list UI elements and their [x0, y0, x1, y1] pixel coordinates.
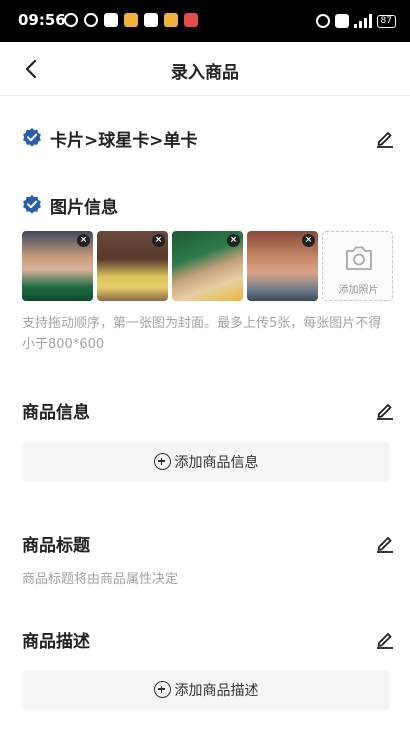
battery-icon: 87 [376, 14, 396, 28]
alarm-icon [315, 14, 330, 28]
add-product-desc-button[interactable]: 添加商品描述 [22, 670, 390, 710]
nav-bar: 录入商品 [0, 42, 410, 96]
notification-app-icon [124, 13, 138, 27]
status-bar: 09:56 87 [0, 0, 410, 42]
delete-photo-icon[interactable]: × [152, 234, 165, 247]
verified-check-icon [23, 195, 41, 214]
delete-photo-icon[interactable]: × [227, 234, 240, 247]
plus-circle-icon [153, 681, 171, 698]
photo-thumbnail[interactable]: × [247, 231, 318, 301]
photo-list: × × × × 添加照片 [22, 231, 393, 301]
add-product-info-label: 添加商品信息 [174, 455, 259, 471]
product-title-hint: 商品标题将由商品属性决定 [22, 572, 179, 587]
edit-product-desc-icon[interactable] [375, 629, 395, 649]
photo-thumbnail[interactable]: × [22, 231, 93, 301]
add-photo-button[interactable]: 添加照片 [322, 231, 393, 301]
add-photo-label: 添加照片 [338, 285, 379, 296]
edit-category-icon[interactable] [375, 128, 395, 148]
delete-photo-icon[interactable]: × [302, 234, 315, 247]
photo-thumbnail[interactable]: × [97, 231, 168, 301]
edit-product-title-icon[interactable] [375, 533, 395, 553]
notification-app-icon [164, 13, 178, 27]
images-section-title: 图片信息 [50, 198, 118, 218]
add-product-info-button[interactable]: 添加商品信息 [22, 442, 390, 482]
status-notification-icons [64, 11, 198, 29]
notification-app-icon [144, 13, 158, 27]
page-title: 录入商品 [171, 63, 239, 83]
product-desc-title: 商品描述 [22, 632, 90, 652]
verified-check-icon [23, 128, 41, 147]
location-icon [84, 13, 98, 27]
status-time: 09:56 [18, 11, 66, 29]
add-product-desc-label: 添加商品描述 [174, 683, 259, 699]
camera-icon [346, 246, 372, 270]
category-path[interactable]: 卡片>球星卡>单卡 [50, 126, 198, 151]
status-system-icons: 87 [315, 12, 396, 30]
product-info-title: 商品信息 [22, 403, 90, 423]
hd-icon [334, 14, 349, 28]
notification-app-icon [184, 13, 198, 27]
edit-product-info-icon[interactable] [375, 400, 395, 420]
photo-upload-hint: 支持拖动顺序，第一张图为封面。最多上传5张，每张图片不得小于800*600 [22, 316, 382, 352]
product-title-title: 商品标题 [22, 536, 90, 556]
notification-app-icon [64, 13, 78, 27]
notification-app-icon [104, 13, 118, 27]
plus-circle-icon [153, 453, 171, 470]
signal-icon [353, 14, 372, 28]
delete-photo-icon[interactable]: × [77, 234, 90, 247]
photo-thumbnail[interactable]: × [172, 231, 243, 301]
